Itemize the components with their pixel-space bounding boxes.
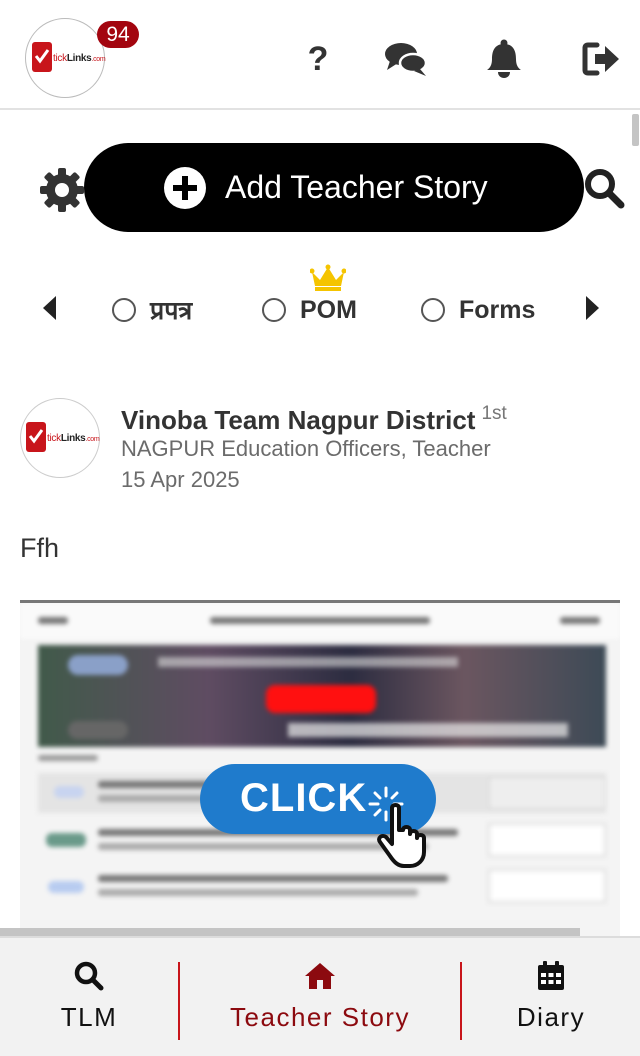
post-author[interactable]: Vinoba Team Nagpur District 1st: [121, 403, 507, 436]
search-icon[interactable]: [582, 166, 626, 210]
chat-button[interactable]: [384, 38, 428, 80]
search-icon: [74, 961, 104, 991]
vertical-scrollbar[interactable]: [632, 114, 639, 146]
calendar-icon: [538, 961, 564, 990]
bell-icon: [487, 39, 521, 78]
plus-circle-icon: [164, 167, 206, 209]
post-date: 15 Apr 2025: [121, 467, 240, 492]
category-label: प्रपत्र: [150, 297, 193, 325]
app-logo[interactable]: tickLinks.com: [25, 18, 106, 98]
logo-text: tickLinks.com: [53, 53, 106, 64]
author-avatar[interactable]: tickLinks.com: [20, 398, 100, 478]
notification-count-badge: 94: [97, 21, 139, 48]
help-icon: ?: [307, 39, 329, 78]
tab-label: Teacher Story: [230, 1002, 410, 1032]
tab-label: TLM: [60, 1002, 118, 1032]
add-teacher-story-label: Add Teacher Story: [225, 169, 488, 205]
scroll-right-arrow-icon[interactable]: [586, 296, 599, 320]
scroll-left-arrow-icon[interactable]: [43, 296, 56, 320]
category-pom[interactable]: POM: [262, 292, 357, 328]
post-author-name: Vinoba Team Nagpur District: [121, 405, 476, 435]
tab-label: Diary: [516, 1002, 586, 1032]
post-author-subtitle: NAGPUR Education Officers, Teacher: [121, 436, 491, 461]
help-button[interactable]: ?: [296, 38, 340, 80]
app-screen: { "header": { "logo_text_a": "tick", "lo…: [0, 0, 640, 1056]
crown-icon: [310, 264, 346, 291]
logout-button[interactable]: [580, 38, 624, 80]
click-label: CLICK: [240, 776, 368, 820]
chat-icon: [385, 43, 428, 76]
category-radio[interactable]: [112, 298, 136, 322]
category-prapatra[interactable]: प्रपत्र: [112, 292, 192, 328]
logo-text: tickLinks.com: [47, 433, 100, 444]
category-radio[interactable]: [262, 298, 286, 322]
logo-check-icon: [26, 422, 46, 452]
horizontal-scrollbar[interactable]: [0, 928, 580, 936]
category-label: POM: [300, 295, 357, 324]
top-header: tickLinks.com 94 ?: [0, 0, 640, 110]
author-rank: 1st: [481, 403, 507, 424]
tab-diary[interactable]: Diary: [490, 938, 612, 1056]
category-label: Forms: [459, 295, 536, 324]
post-body-text: Ffh: [20, 533, 60, 563]
logout-icon: [582, 42, 619, 76]
category-forms[interactable]: Forms: [421, 292, 535, 328]
home-icon: [305, 963, 335, 989]
nav-divider: [178, 962, 180, 1040]
tab-tlm[interactable]: TLM: [28, 938, 150, 1056]
add-teacher-story-button[interactable]: Add Teacher Story: [84, 143, 584, 232]
notifications-button[interactable]: [482, 38, 526, 80]
category-radio[interactable]: [421, 298, 445, 322]
pointer-hand-icon: [368, 786, 426, 868]
nav-divider: [460, 962, 462, 1040]
settings-icon[interactable]: [40, 168, 84, 212]
logo-check-icon: [32, 42, 52, 72]
bottom-navigation: TLM Teacher Story Diary: [0, 936, 640, 1056]
tab-teacher-story[interactable]: Teacher Story: [206, 938, 434, 1056]
